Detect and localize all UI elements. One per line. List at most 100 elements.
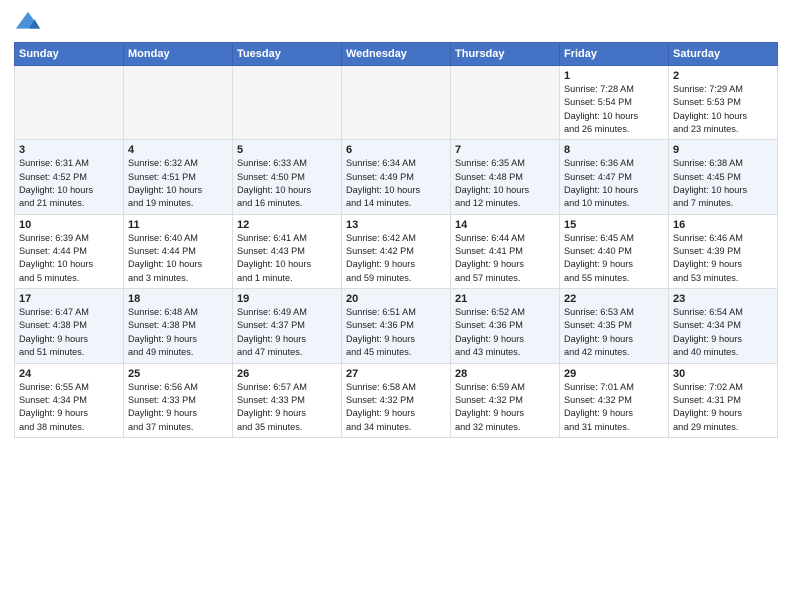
- logo-icon: [14, 10, 42, 38]
- calendar-cell: [15, 66, 124, 140]
- day-number: 30: [673, 368, 773, 380]
- day-info: Sunrise: 6:52 AM Sunset: 4:36 PM Dayligh…: [455, 306, 555, 359]
- weekday-header-monday: Monday: [124, 43, 233, 66]
- calendar-cell: 21Sunrise: 6:52 AM Sunset: 4:36 PM Dayli…: [451, 289, 560, 363]
- day-number: 8: [564, 144, 664, 156]
- day-number: 3: [19, 144, 119, 156]
- calendar-cell: 23Sunrise: 6:54 AM Sunset: 4:34 PM Dayli…: [669, 289, 778, 363]
- day-info: Sunrise: 6:57 AM Sunset: 4:33 PM Dayligh…: [237, 381, 337, 434]
- day-number: 21: [455, 293, 555, 305]
- calendar-table: SundayMondayTuesdayWednesdayThursdayFrid…: [14, 42, 778, 438]
- day-info: Sunrise: 7:28 AM Sunset: 5:54 PM Dayligh…: [564, 83, 664, 136]
- day-info: Sunrise: 6:53 AM Sunset: 4:35 PM Dayligh…: [564, 306, 664, 359]
- week-row-3: 10Sunrise: 6:39 AM Sunset: 4:44 PM Dayli…: [15, 214, 778, 288]
- day-info: Sunrise: 6:31 AM Sunset: 4:52 PM Dayligh…: [19, 157, 119, 210]
- weekday-header-tuesday: Tuesday: [233, 43, 342, 66]
- calendar-cell: 25Sunrise: 6:56 AM Sunset: 4:33 PM Dayli…: [124, 363, 233, 437]
- day-info: Sunrise: 6:54 AM Sunset: 4:34 PM Dayligh…: [673, 306, 773, 359]
- day-number: 1: [564, 70, 664, 82]
- day-number: 13: [346, 219, 446, 231]
- calendar-cell: 26Sunrise: 6:57 AM Sunset: 4:33 PM Dayli…: [233, 363, 342, 437]
- day-number: 9: [673, 144, 773, 156]
- day-number: 29: [564, 368, 664, 380]
- day-number: 15: [564, 219, 664, 231]
- calendar-cell: 29Sunrise: 7:01 AM Sunset: 4:32 PM Dayli…: [560, 363, 669, 437]
- day-number: 11: [128, 219, 228, 231]
- calendar-cell: 28Sunrise: 6:59 AM Sunset: 4:32 PM Dayli…: [451, 363, 560, 437]
- day-number: 22: [564, 293, 664, 305]
- day-info: Sunrise: 7:02 AM Sunset: 4:31 PM Dayligh…: [673, 381, 773, 434]
- logo: [14, 10, 46, 38]
- day-number: 18: [128, 293, 228, 305]
- calendar-cell: 24Sunrise: 6:55 AM Sunset: 4:34 PM Dayli…: [15, 363, 124, 437]
- weekday-header-saturday: Saturday: [669, 43, 778, 66]
- day-info: Sunrise: 6:45 AM Sunset: 4:40 PM Dayligh…: [564, 232, 664, 285]
- calendar-cell: 1Sunrise: 7:28 AM Sunset: 5:54 PM Daylig…: [560, 66, 669, 140]
- day-info: Sunrise: 6:38 AM Sunset: 4:45 PM Dayligh…: [673, 157, 773, 210]
- week-row-5: 24Sunrise: 6:55 AM Sunset: 4:34 PM Dayli…: [15, 363, 778, 437]
- day-number: 17: [19, 293, 119, 305]
- page-container: SundayMondayTuesdayWednesdayThursdayFrid…: [0, 0, 792, 444]
- day-number: 12: [237, 219, 337, 231]
- day-number: 25: [128, 368, 228, 380]
- day-info: Sunrise: 6:59 AM Sunset: 4:32 PM Dayligh…: [455, 381, 555, 434]
- day-info: Sunrise: 6:41 AM Sunset: 4:43 PM Dayligh…: [237, 232, 337, 285]
- calendar-cell: 27Sunrise: 6:58 AM Sunset: 4:32 PM Dayli…: [342, 363, 451, 437]
- day-info: Sunrise: 6:48 AM Sunset: 4:38 PM Dayligh…: [128, 306, 228, 359]
- calendar-cell: 7Sunrise: 6:35 AM Sunset: 4:48 PM Daylig…: [451, 140, 560, 214]
- day-info: Sunrise: 6:42 AM Sunset: 4:42 PM Dayligh…: [346, 232, 446, 285]
- weekday-header-sunday: Sunday: [15, 43, 124, 66]
- calendar-cell: 9Sunrise: 6:38 AM Sunset: 4:45 PM Daylig…: [669, 140, 778, 214]
- day-info: Sunrise: 6:49 AM Sunset: 4:37 PM Dayligh…: [237, 306, 337, 359]
- day-info: Sunrise: 7:01 AM Sunset: 4:32 PM Dayligh…: [564, 381, 664, 434]
- weekday-header-wednesday: Wednesday: [342, 43, 451, 66]
- calendar-cell: 13Sunrise: 6:42 AM Sunset: 4:42 PM Dayli…: [342, 214, 451, 288]
- day-number: 19: [237, 293, 337, 305]
- calendar-cell: 4Sunrise: 6:32 AM Sunset: 4:51 PM Daylig…: [124, 140, 233, 214]
- calendar-cell: 3Sunrise: 6:31 AM Sunset: 4:52 PM Daylig…: [15, 140, 124, 214]
- calendar-cell: 8Sunrise: 6:36 AM Sunset: 4:47 PM Daylig…: [560, 140, 669, 214]
- day-info: Sunrise: 6:44 AM Sunset: 4:41 PM Dayligh…: [455, 232, 555, 285]
- calendar-cell: 19Sunrise: 6:49 AM Sunset: 4:37 PM Dayli…: [233, 289, 342, 363]
- day-number: 2: [673, 70, 773, 82]
- week-row-2: 3Sunrise: 6:31 AM Sunset: 4:52 PM Daylig…: [15, 140, 778, 214]
- day-info: Sunrise: 7:29 AM Sunset: 5:53 PM Dayligh…: [673, 83, 773, 136]
- week-row-1: 1Sunrise: 7:28 AM Sunset: 5:54 PM Daylig…: [15, 66, 778, 140]
- day-info: Sunrise: 6:34 AM Sunset: 4:49 PM Dayligh…: [346, 157, 446, 210]
- calendar-cell: 15Sunrise: 6:45 AM Sunset: 4:40 PM Dayli…: [560, 214, 669, 288]
- day-info: Sunrise: 6:58 AM Sunset: 4:32 PM Dayligh…: [346, 381, 446, 434]
- day-info: Sunrise: 6:32 AM Sunset: 4:51 PM Dayligh…: [128, 157, 228, 210]
- day-info: Sunrise: 6:40 AM Sunset: 4:44 PM Dayligh…: [128, 232, 228, 285]
- calendar-cell: 12Sunrise: 6:41 AM Sunset: 4:43 PM Dayli…: [233, 214, 342, 288]
- calendar-cell: [451, 66, 560, 140]
- calendar-cell: [342, 66, 451, 140]
- day-info: Sunrise: 6:51 AM Sunset: 4:36 PM Dayligh…: [346, 306, 446, 359]
- header: [14, 10, 778, 38]
- calendar-cell: 30Sunrise: 7:02 AM Sunset: 4:31 PM Dayli…: [669, 363, 778, 437]
- day-number: 27: [346, 368, 446, 380]
- day-info: Sunrise: 6:46 AM Sunset: 4:39 PM Dayligh…: [673, 232, 773, 285]
- weekday-header-thursday: Thursday: [451, 43, 560, 66]
- day-info: Sunrise: 6:47 AM Sunset: 4:38 PM Dayligh…: [19, 306, 119, 359]
- day-number: 5: [237, 144, 337, 156]
- calendar-cell: 18Sunrise: 6:48 AM Sunset: 4:38 PM Dayli…: [124, 289, 233, 363]
- day-info: Sunrise: 6:33 AM Sunset: 4:50 PM Dayligh…: [237, 157, 337, 210]
- day-number: 26: [237, 368, 337, 380]
- calendar-cell: 16Sunrise: 6:46 AM Sunset: 4:39 PM Dayli…: [669, 214, 778, 288]
- day-number: 28: [455, 368, 555, 380]
- day-info: Sunrise: 6:56 AM Sunset: 4:33 PM Dayligh…: [128, 381, 228, 434]
- calendar-cell: 2Sunrise: 7:29 AM Sunset: 5:53 PM Daylig…: [669, 66, 778, 140]
- day-number: 6: [346, 144, 446, 156]
- weekday-header-friday: Friday: [560, 43, 669, 66]
- week-row-4: 17Sunrise: 6:47 AM Sunset: 4:38 PM Dayli…: [15, 289, 778, 363]
- calendar-cell: [124, 66, 233, 140]
- calendar-cell: 6Sunrise: 6:34 AM Sunset: 4:49 PM Daylig…: [342, 140, 451, 214]
- day-number: 7: [455, 144, 555, 156]
- day-info: Sunrise: 6:39 AM Sunset: 4:44 PM Dayligh…: [19, 232, 119, 285]
- calendar-cell: 22Sunrise: 6:53 AM Sunset: 4:35 PM Dayli…: [560, 289, 669, 363]
- calendar-cell: 14Sunrise: 6:44 AM Sunset: 4:41 PM Dayli…: [451, 214, 560, 288]
- day-number: 20: [346, 293, 446, 305]
- day-info: Sunrise: 6:35 AM Sunset: 4:48 PM Dayligh…: [455, 157, 555, 210]
- day-number: 4: [128, 144, 228, 156]
- day-number: 10: [19, 219, 119, 231]
